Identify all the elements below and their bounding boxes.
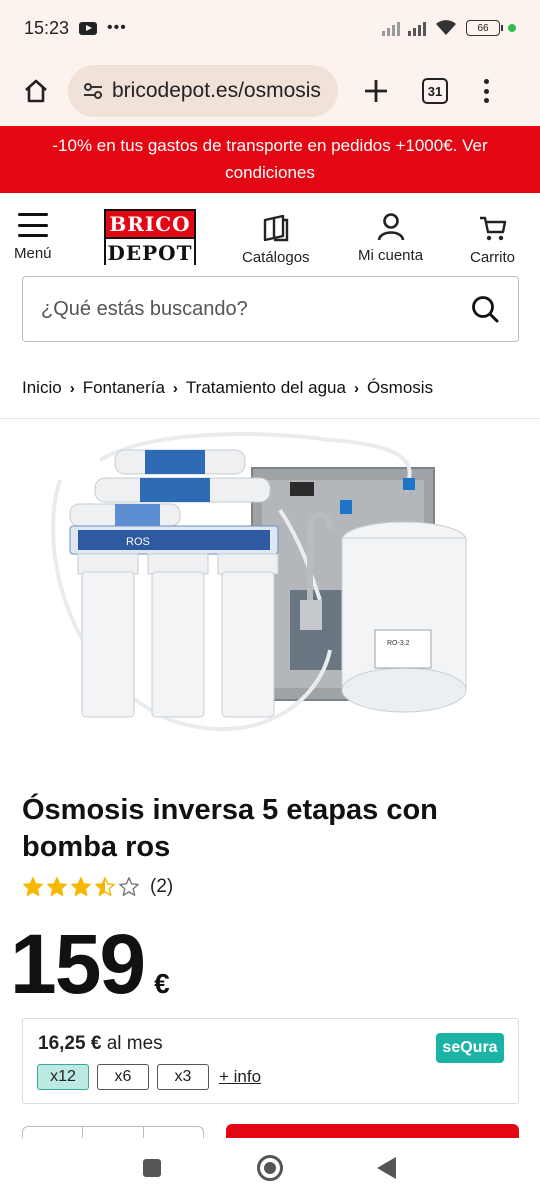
chevron-right-icon: › xyxy=(172,379,178,397)
breadcrumb-water-treatment[interactable]: Tratamiento del agua xyxy=(186,378,346,398)
star-icon xyxy=(95,877,115,896)
site-settings-icon[interactable] xyxy=(82,82,104,100)
signal-icon xyxy=(408,20,426,36)
search-box[interactable] xyxy=(22,276,519,342)
url-text[interactable]: bricodepot.es/osmosis xyxy=(112,79,321,103)
star-icon xyxy=(71,877,91,896)
account-label: Mi cuenta xyxy=(358,247,424,264)
installment-option-6[interactable]: x6 xyxy=(97,1064,149,1090)
monthly-payment: 16,25 € al mes xyxy=(38,1033,163,1055)
menu-button[interactable]: Menú xyxy=(14,213,52,262)
status-right: 66 xyxy=(382,19,516,37)
breadcrumb-osmosis[interactable]: Ósmosis xyxy=(367,378,433,398)
installment-option-3[interactable]: x3 xyxy=(157,1064,209,1090)
back-button[interactable] xyxy=(377,1157,396,1179)
tab-switcher-button[interactable]: 31 xyxy=(422,78,448,104)
system-navigation-bar xyxy=(0,1138,540,1200)
star-icon xyxy=(47,877,67,896)
product-image[interactable]: ROS RO-3.2 xyxy=(0,420,540,760)
divider xyxy=(0,418,540,419)
signal-icon xyxy=(382,20,400,36)
product-title: Ósmosis inversa 5 etapas con bomba ros xyxy=(22,794,438,863)
monthly-suffix: al mes xyxy=(106,1033,163,1054)
home-nav-button[interactable] xyxy=(257,1155,283,1181)
status-left: 15:23 ••• xyxy=(24,18,127,39)
monthly-amount: 16,25 € xyxy=(38,1033,102,1054)
installment-options: x12 x6 x3 + info xyxy=(37,1064,261,1090)
book-icon xyxy=(263,214,288,242)
account-link[interactable]: Mi cuenta xyxy=(358,211,423,264)
browser-menu-button[interactable] xyxy=(476,76,496,106)
address-bar[interactable]: bricodepot.es/osmosis xyxy=(68,65,338,117)
cart-link[interactable]: Carrito xyxy=(470,213,515,266)
cart-icon xyxy=(479,216,506,241)
search-input[interactable] xyxy=(41,297,470,321)
chevron-right-icon: › xyxy=(69,379,75,397)
catalogs-link[interactable]: Catálogos xyxy=(242,213,310,266)
breadcrumb-home[interactable]: Inicio xyxy=(22,378,62,398)
catalogs-label: Catálogos xyxy=(242,249,310,266)
price-integer: 159 xyxy=(10,917,146,1011)
rating-stars xyxy=(22,876,140,898)
site-header: Menú BRICO DEPOT Catálogos Mi cuenta Car… xyxy=(0,193,540,273)
breadcrumb-plumbing[interactable]: Fontanería xyxy=(83,378,165,398)
price-currency: € xyxy=(154,968,170,999)
status-time: 15:23 xyxy=(24,17,70,38)
promo-banner[interactable]: -10% en tus gastos de transporte en pedi… xyxy=(0,126,540,193)
new-tab-button[interactable] xyxy=(360,75,392,107)
breadcrumb: Inicio › Fontanería › Tratamiento del ag… xyxy=(22,378,433,398)
installment-option-12[interactable]: x12 xyxy=(37,1064,89,1090)
more-notifications-icon: ••• xyxy=(107,19,127,36)
recent-apps-button[interactable] xyxy=(143,1159,161,1177)
privacy-indicator-icon xyxy=(508,24,516,32)
battery-icon: 66 xyxy=(466,20,503,36)
logo-bottom-text: DEPOT xyxy=(106,237,194,265)
chevron-right-icon: › xyxy=(353,379,359,397)
product-price: 159 € xyxy=(10,922,170,1006)
promo-text[interactable]: -10% en tus gastos de transporte en pedi… xyxy=(52,136,487,182)
user-icon xyxy=(377,213,404,241)
plus-icon xyxy=(365,80,387,102)
status-bar: 15:23 ••• 66 xyxy=(0,0,540,56)
rating-count[interactable]: (2) xyxy=(150,876,173,898)
home-icon xyxy=(25,79,47,103)
brand-logo[interactable]: BRICO DEPOT xyxy=(104,209,196,265)
ros-label: ROS xyxy=(126,536,150,548)
star-icon xyxy=(23,877,43,896)
cart-label: Carrito xyxy=(470,249,516,266)
search-icon[interactable] xyxy=(470,294,500,324)
wifi-icon xyxy=(436,20,456,35)
youtube-icon xyxy=(79,21,98,35)
browser-toolbar: bricodepot.es/osmosis 31 xyxy=(0,56,540,126)
menu-label: Menú xyxy=(14,245,52,262)
home-button[interactable] xyxy=(18,73,54,109)
financing-box: 16,25 € al mes x12 x6 x3 + info seQura xyxy=(22,1018,519,1104)
hamburger-icon xyxy=(17,213,48,237)
more-info-link[interactable]: + info xyxy=(219,1067,261,1087)
sequra-logo: seQura xyxy=(436,1033,504,1063)
tank-label: RO-3.2 xyxy=(387,640,410,647)
star-icon xyxy=(119,877,139,896)
product-rating[interactable]: (2) xyxy=(22,876,173,898)
logo-top-text: BRICO xyxy=(106,211,194,237)
